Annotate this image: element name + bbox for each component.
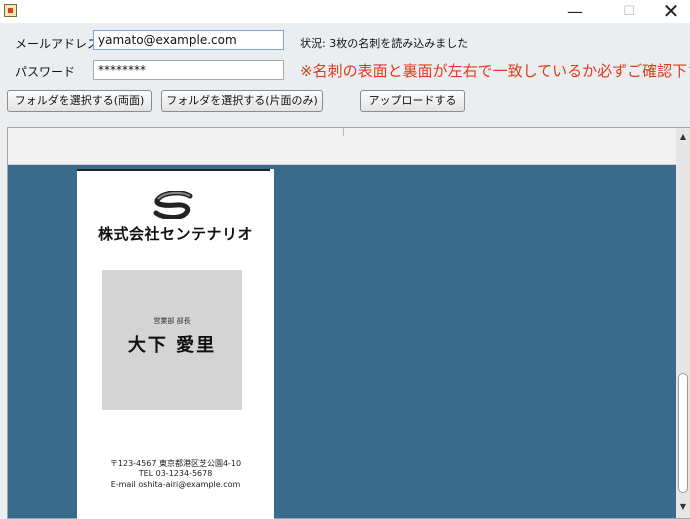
close-button[interactable]: ✕: [648, 0, 690, 23]
card-person-name: 大下 愛里: [127, 335, 217, 356]
column-header: [8, 128, 676, 165]
warning-text: ※名刺の表面と裏面が左右で一致しているか必ずご確認下さい: [300, 62, 690, 80]
email-label: メールアドレス: [15, 37, 100, 51]
card-address: 〒123-4567 東京都港区芝公園4-10: [109, 459, 242, 468]
company-logo-icon: [153, 191, 193, 219]
status-text: 状況: 3枚の名刺を読み込みました: [300, 37, 469, 50]
card-border: [77, 169, 270, 171]
preview-pane[interactable]: 株式会社センテナリオ 営業部 部長 大下 愛里 〒123-4567 東京都港区芝…: [7, 127, 690, 519]
card-company-name: 株式会社センテナリオ: [97, 225, 253, 243]
form-area: メールアドレス yamato@example.com 状況: 3枚の名刺を読み込…: [0, 23, 690, 127]
card-role: 営業部 部長: [153, 317, 191, 325]
column-divider: [343, 128, 344, 136]
card-tel: TEL 03-1234-5678: [138, 469, 213, 478]
upload-button[interactable]: アップロードする: [360, 90, 465, 112]
password-field[interactable]: ********: [93, 60, 284, 80]
select-folder-double-button[interactable]: フォルダを選択する(両面): [7, 90, 152, 112]
minimize-button[interactable]: —: [552, 0, 598, 23]
app-icon: [4, 4, 17, 17]
vertical-scrollbar[interactable]: ▲ ▼: [676, 128, 690, 518]
card-name-block: 営業部 部長 大下 愛里: [102, 270, 242, 410]
password-label: パスワード: [15, 65, 76, 79]
select-folder-single-button[interactable]: フォルダを選択する(片面のみ): [161, 90, 323, 112]
scroll-thumb[interactable]: [678, 373, 688, 493]
title-bar: — ☐ ✕: [0, 0, 690, 23]
maximize-button[interactable]: ☐: [606, 0, 652, 23]
scroll-down-icon[interactable]: ▼: [676, 500, 690, 514]
business-card-preview[interactable]: 株式会社センテナリオ 営業部 部長 大下 愛里 〒123-4567 東京都港区芝…: [77, 169, 274, 519]
scroll-up-icon[interactable]: ▲: [676, 130, 690, 144]
card-email: E-mail oshita-airi@example.com: [110, 480, 241, 489]
email-field[interactable]: yamato@example.com: [93, 30, 284, 50]
